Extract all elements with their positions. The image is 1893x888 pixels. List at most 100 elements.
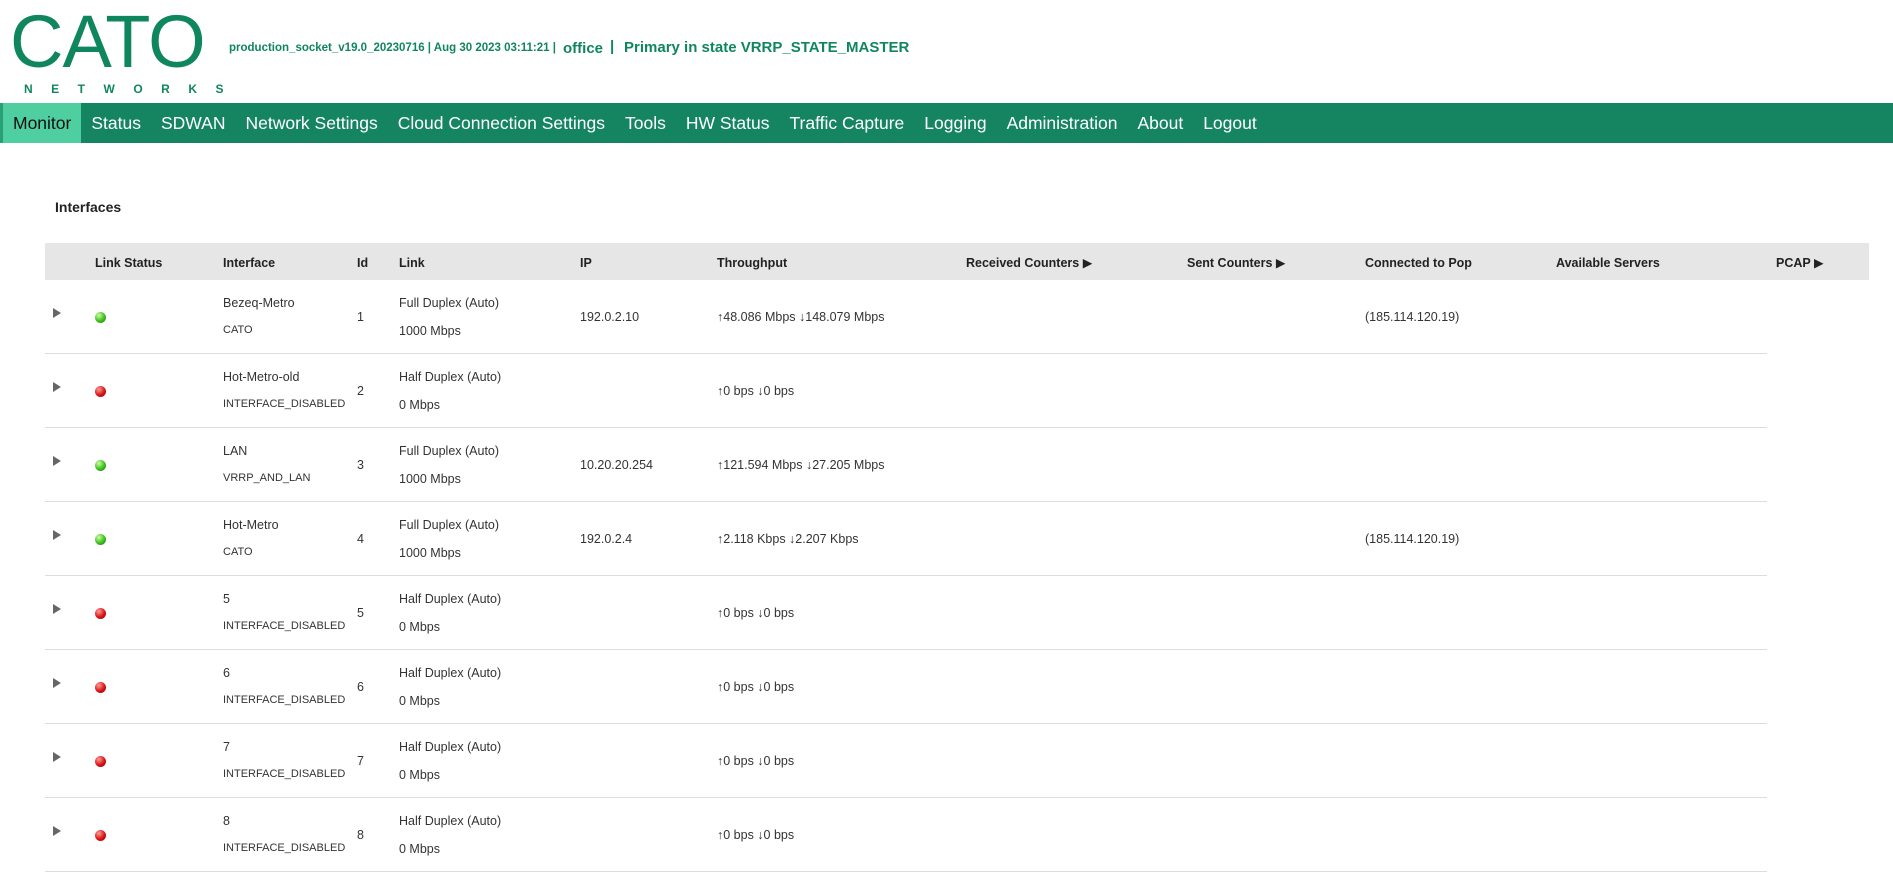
table-row: 5 INTERFACE_DISABLED 5 Half Duplex (Auto… [45, 576, 1767, 650]
expand-row-icon[interactable] [53, 530, 61, 540]
interface-name: LAN [223, 444, 248, 458]
link-duplex: Half Duplex (Auto) [399, 814, 502, 828]
interface-id: 8 [357, 828, 364, 842]
throughput: ↑48.086 Mbps ↓148.079 Mbps [717, 310, 885, 324]
link-duplex: Half Duplex (Auto) [399, 370, 502, 384]
logo-subtitle: NETWORKS [24, 82, 242, 96]
table-row: 7 INTERFACE_DISABLED 7 Half Duplex (Auto… [45, 724, 1767, 798]
nav-logging[interactable]: Logging [914, 103, 996, 143]
interface-id: 7 [357, 754, 364, 768]
expand-row-icon[interactable] [53, 752, 61, 762]
link-status-down-icon [95, 830, 106, 841]
interface-role: INTERFACE_DISABLED [223, 620, 346, 632]
col-received-counters-toggle[interactable]: Received Counters ▶ [966, 243, 1092, 283]
interface-role: INTERFACE_DISABLED [223, 694, 346, 706]
interfaces-table: Bezeq-Metro CATO 1 Full Duplex (Auto) 10… [45, 280, 1767, 872]
col-throughput: Throughput [717, 256, 788, 270]
link-speed: 1000 Mbps [399, 546, 461, 560]
table-row: Hot-Metro CATO 4 Full Duplex (Auto) 1000… [45, 502, 1767, 576]
col-connected-to-pop: Connected to Pop [1365, 256, 1472, 270]
interface-ip: 192.0.2.10 [580, 310, 640, 324]
throughput: ↑0 bps ↓0 bps [717, 606, 795, 620]
nav-hw-status[interactable]: HW Status [676, 103, 780, 143]
col-sent-counters-toggle[interactable]: Sent Counters ▶ [1187, 243, 1286, 283]
link-status-down-icon [95, 386, 106, 397]
interface-ip: 10.20.20.254 [580, 458, 653, 472]
expand-row-icon[interactable] [53, 678, 61, 688]
throughput: ↑121.594 Mbps ↓27.205 Mbps [717, 458, 885, 472]
logo-word: CATO [10, 0, 206, 83]
interface-name: Hot-Metro-old [223, 370, 300, 384]
nav-sdwan[interactable]: SDWAN [151, 103, 236, 143]
header-separator: | [610, 38, 615, 55]
interface-role: INTERFACE_DISABLED [223, 398, 346, 410]
link-speed: 0 Mbps [399, 694, 440, 708]
link-speed: 0 Mbps [399, 398, 440, 412]
table-header: Link Status Interface Id Link IP Through… [45, 243, 1869, 280]
nav-tools[interactable]: Tools [615, 103, 676, 143]
col-pcap-toggle[interactable]: PCAP ▶ [1776, 243, 1824, 283]
throughput: ↑0 bps ↓0 bps [717, 680, 795, 694]
link-speed: 1000 Mbps [399, 324, 461, 338]
interface-id: 3 [357, 458, 364, 472]
link-duplex: Full Duplex (Auto) [399, 296, 500, 310]
table-row: Hot-Metro-old INTERFACE_DISABLED 2 Half … [45, 354, 1767, 428]
nav-administration[interactable]: Administration [997, 103, 1128, 143]
expand-row-icon[interactable] [53, 382, 61, 392]
main-nav: Monitor Status SDWAN Network Settings Cl… [0, 103, 1893, 143]
interface-name: 8 [223, 814, 230, 828]
interface-id: 5 [357, 606, 364, 620]
link-status-down-icon [95, 682, 106, 693]
expand-row-icon[interactable] [53, 308, 61, 318]
interface-role: INTERFACE_DISABLED [223, 842, 346, 854]
link-status-up-icon [95, 460, 106, 471]
cato-logo: CATO NETWORKS [10, 0, 242, 97]
connected-pop: (185.114.120.19) [1365, 310, 1460, 324]
link-status-down-icon [95, 756, 106, 767]
nav-traffic-capture[interactable]: Traffic Capture [779, 103, 914, 143]
interface-role: CATO [223, 546, 253, 558]
nav-logout[interactable]: Logout [1193, 103, 1267, 143]
interface-name: Hot-Metro [223, 518, 279, 532]
expand-row-icon[interactable] [53, 456, 61, 466]
nav-about[interactable]: About [1127, 103, 1193, 143]
page-header: CATO NETWORKS production_socket_v19.0_20… [0, 0, 1893, 103]
expand-row-icon[interactable] [53, 604, 61, 614]
nav-network-settings[interactable]: Network Settings [235, 103, 387, 143]
interface-name: 6 [223, 666, 230, 680]
site-name: office [563, 40, 604, 57]
interface-name: 7 [223, 740, 230, 754]
build-info: production_socket_v19.0_20230716 | Aug 3… [229, 42, 556, 54]
interface-role: INTERFACE_DISABLED [223, 768, 346, 780]
interface-ip: 192.0.2.4 [580, 532, 633, 546]
link-speed: 0 Mbps [399, 620, 440, 634]
expand-row-icon[interactable] [53, 826, 61, 836]
col-id: Id [357, 256, 369, 270]
link-duplex: Full Duplex (Auto) [399, 518, 500, 532]
nav-monitor[interactable]: Monitor [0, 103, 82, 143]
link-duplex: Half Duplex (Auto) [399, 592, 502, 606]
interface-id: 1 [357, 310, 364, 324]
col-ip: IP [580, 256, 592, 270]
section-title: Interfaces [55, 199, 122, 215]
throughput: ↑0 bps ↓0 bps [717, 828, 795, 842]
nav-status[interactable]: Status [81, 103, 151, 143]
col-link: Link [399, 256, 425, 270]
interface-id: 4 [357, 532, 364, 546]
link-duplex: Full Duplex (Auto) [399, 444, 500, 458]
link-speed: 0 Mbps [399, 768, 440, 782]
connected-pop: (185.114.120.19) [1365, 532, 1460, 546]
interface-id: 6 [357, 680, 364, 694]
table-row: 6 INTERFACE_DISABLED 6 Half Duplex (Auto… [45, 650, 1767, 724]
throughput: ↑0 bps ↓0 bps [717, 384, 795, 398]
interface-name: Bezeq-Metro [223, 296, 295, 310]
table-row: 8 INTERFACE_DISABLED 8 Half Duplex (Auto… [45, 798, 1767, 872]
link-speed: 1000 Mbps [399, 472, 461, 486]
nav-cloud-connection-settings[interactable]: Cloud Connection Settings [388, 103, 615, 143]
interface-id: 2 [357, 384, 364, 398]
interface-role: VRRP_AND_LAN [223, 472, 311, 484]
link-status-down-icon [95, 608, 106, 619]
link-status-up-icon [95, 534, 106, 545]
link-status-up-icon [95, 312, 106, 323]
link-speed: 0 Mbps [399, 842, 440, 856]
